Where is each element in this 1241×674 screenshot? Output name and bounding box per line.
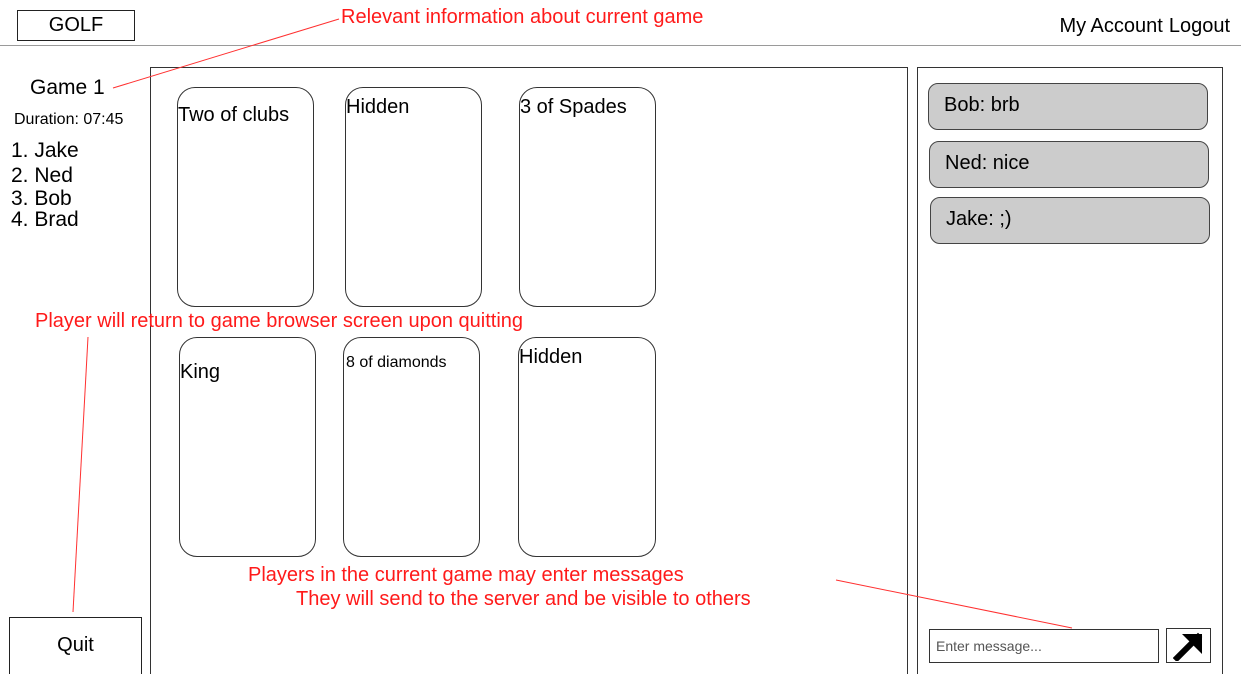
player-list-item: 1. Jake: [11, 139, 79, 162]
game-duration: Duration: 07:45: [14, 111, 124, 128]
player-list-item: 4. Brad: [11, 208, 79, 231]
card-label: King: [180, 361, 221, 383]
annotation-chat-line2: They will send to the server and be visi…: [296, 588, 751, 610]
header-account-links: My Account Logout: [1059, 12, 1230, 40]
player-list-item: 3. Bob: [11, 187, 72, 210]
card[interactable]: Hidden: [345, 87, 482, 307]
card-label: Hidden: [519, 346, 583, 368]
card-label: Hidden: [346, 96, 410, 118]
annotation-line-quit: [72, 336, 89, 613]
annotation-chat-line1: Players in the current game may enter me…: [248, 564, 684, 586]
card[interactable]: 3 of Spades: [519, 87, 656, 307]
quit-button[interactable]: Quit: [9, 617, 142, 674]
player-list: 1. Jake 2. Ned 3. Bob 4. Brad: [11, 138, 79, 230]
chat-message: Bob: brb: [928, 83, 1208, 130]
message-input[interactable]: [929, 629, 1159, 663]
annotation-quit: Player will return to game browser scree…: [35, 310, 524, 332]
game-title: Game 1: [30, 76, 105, 99]
logo: GOLF: [17, 10, 135, 41]
player-list-item: 2. Ned: [11, 164, 73, 187]
logout-link[interactable]: Logout: [1169, 12, 1230, 40]
card-label: Two of clubs: [178, 104, 290, 126]
chat-message: Jake: ;): [930, 197, 1210, 244]
annotation-game-info: Relevant information about current game: [341, 6, 704, 28]
chat-message: Ned: nice: [929, 141, 1209, 188]
header-divider: [0, 45, 1241, 46]
arrow-up-right-icon: [1172, 632, 1202, 661]
card[interactable]: 8 of diamonds: [343, 337, 480, 557]
card-label: 8 of diamonds: [346, 354, 447, 371]
card[interactable]: Hidden: [518, 337, 656, 557]
my-account-link[interactable]: My Account: [1059, 12, 1162, 40]
send-button[interactable]: [1166, 628, 1211, 663]
card-label: 3 of Spades: [520, 96, 627, 118]
card[interactable]: Two of clubs: [177, 87, 314, 307]
card[interactable]: King: [179, 337, 316, 557]
